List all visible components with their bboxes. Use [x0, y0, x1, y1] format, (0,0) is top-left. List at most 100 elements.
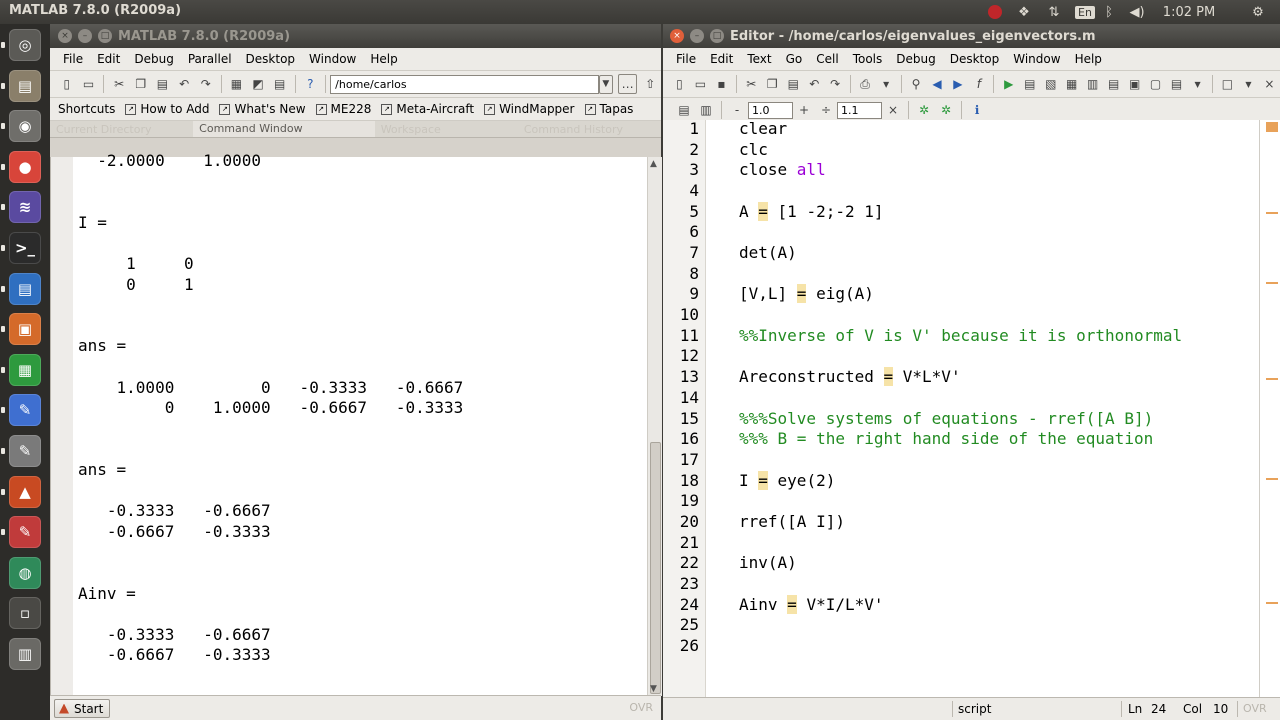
- breakpoint-set-icon[interactable]: ▤: [1021, 75, 1038, 93]
- command-window-scrollbar[interactable]: ▲ ▼: [647, 157, 662, 696]
- cell-mode-toggle-icon[interactable]: ▥: [697, 101, 715, 119]
- editor-menu-tools[interactable]: Tools: [853, 52, 883, 66]
- impress-icon[interactable]: ▣: [9, 313, 41, 346]
- editor-menu-debug[interactable]: Debug: [896, 52, 935, 66]
- up-folder-icon[interactable]: ⇧: [641, 75, 659, 93]
- clock[interactable]: 1:02 PM: [1160, 3, 1218, 21]
- matlab-titlebar[interactable]: × – □ MATLAB 7.8.0 (R2009a): [50, 24, 661, 48]
- matlab-menu-edit[interactable]: Edit: [97, 52, 120, 66]
- editor-menu-desktop[interactable]: Desktop: [950, 52, 1000, 66]
- tab-command-history[interactable]: Command History: [518, 123, 661, 136]
- maximize-icon[interactable]: □: [98, 29, 112, 43]
- code-line[interactable]: clc: [739, 140, 768, 159]
- code-line[interactable]: clear: [739, 119, 787, 138]
- start-button[interactable]: Start: [54, 699, 111, 718]
- browse-folder-icon[interactable]: …: [617, 74, 638, 94]
- maximize-icon[interactable]: □: [710, 29, 724, 43]
- matlab-menu-window[interactable]: Window: [309, 52, 356, 66]
- warning-marker[interactable]: [1266, 602, 1278, 604]
- cell-divide-button[interactable]: ÷: [817, 101, 835, 119]
- step-icon[interactable]: ▦: [1063, 75, 1080, 93]
- close-icon[interactable]: ×: [58, 29, 72, 43]
- info-icon[interactable]: ℹ: [968, 101, 986, 119]
- shortcut-item[interactable]: ↗ WindMapper: [484, 102, 575, 116]
- network-arrows-icon[interactable]: ⇅: [1044, 3, 1064, 21]
- code-line[interactable]: Ainv = V*I/L*V': [739, 594, 884, 614]
- warning-marker[interactable]: [1266, 212, 1278, 214]
- matlab-icon[interactable]: ▲: [9, 475, 41, 508]
- matlab-menu-help[interactable]: Help: [370, 52, 397, 66]
- warning-marker[interactable]: [1266, 282, 1278, 284]
- trash-icon[interactable]: ▥: [9, 638, 41, 670]
- undo-icon[interactable]: ↶: [806, 75, 823, 93]
- terminal-icon[interactable]: >_: [9, 232, 41, 264]
- evaluate-cell-advance-icon[interactable]: ✲: [937, 101, 955, 119]
- editor-menu-cell[interactable]: Cell: [816, 52, 838, 66]
- matlab-menu-debug[interactable]: Debug: [134, 52, 173, 66]
- code-line[interactable]: %%Inverse of V is V' because it is ortho…: [739, 326, 1182, 345]
- copy-icon[interactable]: ❐: [764, 75, 781, 93]
- notes-icon[interactable]: ✎: [9, 394, 41, 427]
- code-line[interactable]: close all: [739, 160, 826, 179]
- help-icon[interactable]: ?: [302, 75, 320, 93]
- close-icon[interactable]: ×: [670, 29, 684, 43]
- text-editor-icon[interactable]: ✎: [9, 435, 41, 467]
- calc-icon[interactable]: ▦: [9, 353, 41, 386]
- editor-menu-text[interactable]: Text: [747, 52, 771, 66]
- open-folder-icon[interactable]: ▭: [80, 75, 98, 93]
- cell-divisor-field[interactable]: 1.1: [837, 101, 882, 119]
- simulink-icon[interactable]: ▦: [228, 75, 246, 93]
- new-file-icon[interactable]: ▯: [671, 75, 688, 93]
- marker-icon[interactable]: ✎: [9, 516, 41, 549]
- globe-icon[interactable]: ◍: [9, 556, 41, 589]
- code-line[interactable]: %%% B = the right hand side of the equat…: [739, 429, 1153, 448]
- dash-home-icon[interactable]: ◎: [9, 29, 41, 61]
- function-icon[interactable]: f: [970, 75, 987, 93]
- paste-icon[interactable]: ▤: [154, 75, 172, 93]
- comment-icon[interactable]: ▾: [878, 75, 895, 93]
- step-in-icon[interactable]: ▥: [1084, 75, 1101, 93]
- warning-marker[interactable]: [1266, 378, 1278, 380]
- command-window[interactable]: -2.0000 1.0000 I = 1 0 0 1 ans = 1.0000 0 …: [50, 151, 662, 715]
- eclipse-icon[interactable]: ≋: [9, 191, 41, 224]
- editor-menu-file[interactable]: File: [676, 52, 696, 66]
- shortcuts-menu[interactable]: Shortcuts: [58, 102, 115, 116]
- dropbox-icon[interactable]: ❖: [1014, 3, 1034, 21]
- profiler-icon[interactable]: ▤: [271, 75, 289, 93]
- find-binoculars-icon[interactable]: ⚲: [908, 75, 925, 93]
- paste-icon[interactable]: ▤: [785, 75, 802, 93]
- editor-scrollbar[interactable]: [1259, 120, 1280, 698]
- editor-menu-window[interactable]: Window: [1013, 52, 1060, 66]
- shortcut-item[interactable]: ↗ Tapas: [584, 102, 633, 116]
- code-line[interactable]: Areconstructed = V*L*V': [739, 367, 961, 387]
- power-gear-icon[interactable]: ⚙: [1247, 3, 1269, 21]
- evaluate-cell-icon[interactable]: ✲: [915, 101, 933, 119]
- minimize-icon[interactable]: –: [690, 29, 704, 43]
- dock-layout-icon[interactable]: □: [1219, 75, 1236, 93]
- code-line[interactable]: inv(A): [739, 553, 797, 572]
- analyzer-status-icon[interactable]: [1266, 122, 1278, 132]
- code-line[interactable]: [V,L] = eig(A): [739, 284, 874, 304]
- code-line[interactable]: A = [1 -2;-2 1]: [739, 201, 884, 221]
- files-icon[interactable]: ▤: [9, 69, 41, 102]
- close-editor-icon[interactable]: ×: [1261, 75, 1278, 93]
- shortcut-item[interactable]: ↗ How to Add: [125, 102, 209, 116]
- code-editor[interactable]: 1 2 3 4 5 6 7 8 9 10 11 12 13 14 15 16 17 18 19 20 21 22 23 24 2…: [663, 119, 1280, 698]
- cell-multiply-button[interactable]: ×: [884, 101, 902, 119]
- shortcut-item[interactable]: ↗ Meta-Aircraft: [381, 102, 474, 116]
- guide-icon[interactable]: ◩: [249, 75, 267, 93]
- writer-icon[interactable]: ▤: [9, 272, 41, 305]
- cell-value-field[interactable]: 1.0: [748, 101, 793, 119]
- cell-mode-icon[interactable]: ▤: [675, 101, 693, 119]
- cut-icon[interactable]: ✂: [110, 75, 128, 93]
- editor-titlebar[interactable]: × – □ Editor - /home/carlos/eigenvalues_…: [663, 24, 1280, 48]
- undo-icon[interactable]: ↶: [175, 75, 193, 93]
- continue-icon[interactable]: ▣: [1126, 75, 1143, 93]
- chevron-down-icon[interactable]: ▼: [598, 74, 613, 94]
- stack-dropdown-icon[interactable]: ▼: [1189, 75, 1206, 93]
- forward-arrow-icon[interactable]: ▶: [949, 75, 966, 93]
- print-icon[interactable]: ⎙: [857, 75, 874, 93]
- scrollbar-thumb[interactable]: [650, 442, 661, 694]
- redo-icon[interactable]: ↷: [197, 75, 215, 93]
- volume-icon[interactable]: ◀): [1126, 3, 1148, 21]
